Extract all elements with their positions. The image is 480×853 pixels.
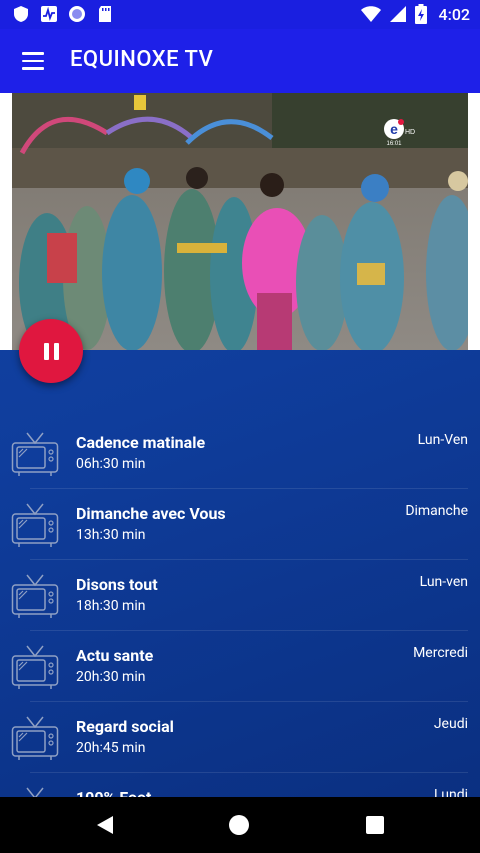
activity-icon	[41, 6, 57, 22]
video-player[interactable]: e HD 16:01	[0, 93, 480, 350]
navigation-bar	[0, 797, 480, 853]
list-item[interactable]: Cadence matinale 06h:30 min Lun-Ven	[0, 418, 480, 489]
program-time: 13h:30 min	[76, 527, 146, 543]
video-edge-right	[468, 93, 480, 350]
video-frame[interactable]: e HD 16:01	[12, 93, 468, 350]
tv-icon	[11, 716, 59, 760]
tv-icon	[11, 645, 59, 689]
list-item[interactable]: Dimanche avec Vous 13h:30 min Dimanche	[0, 489, 480, 560]
program-time: 06h:30 min	[76, 456, 146, 472]
status-right-icons: 4:02	[360, 4, 471, 24]
shield-icon	[14, 6, 28, 22]
signal-icon	[389, 6, 406, 22]
program-title: Regard social	[76, 717, 174, 736]
program-title: Disons tout	[76, 575, 158, 594]
sd-card-icon	[99, 6, 111, 22]
channel-logo-time: 16:01	[386, 141, 402, 147]
pause-icon	[41, 342, 61, 360]
hamburger-menu-icon[interactable]	[14, 45, 52, 77]
svg-text:HD: HD	[405, 129, 415, 136]
program-day: Lun-ven	[419, 574, 468, 590]
list-item[interactable]: Actu sante 20h:30 min Mercredi	[0, 631, 480, 702]
svg-text:e: e	[390, 121, 398, 137]
program-day: Mercredi	[413, 645, 468, 661]
battery-charging-icon	[414, 4, 427, 24]
screen: 4:02 EQUINOXE TV e HD 16:01 Cadence mati…	[0, 0, 480, 853]
tv-icon	[11, 432, 59, 476]
program-title: Actu sante	[76, 646, 154, 665]
back-icon[interactable]	[94, 814, 116, 836]
list-item[interactable]: Disons tout 18h:30 min Lun-ven	[0, 560, 480, 631]
program-time: 20h:45 min	[76, 740, 146, 756]
program-time: 20h:30 min	[76, 669, 146, 685]
recents-icon[interactable]	[366, 816, 384, 834]
channel-logo-icon: e HD 16:01	[384, 119, 415, 147]
app-title: EQUINOXE TV	[70, 47, 214, 72]
app-bar: EQUINOXE TV	[0, 29, 480, 93]
circle-icon	[69, 6, 85, 22]
pause-button[interactable]	[19, 319, 83, 383]
program-title: Dimanche avec Vous	[76, 504, 226, 523]
tv-icon	[11, 503, 59, 547]
home-icon[interactable]	[229, 815, 249, 835]
program-time: 18h:30 min	[76, 598, 146, 614]
program-title: Cadence matinale	[76, 433, 206, 452]
program-day: Dimanche	[405, 503, 468, 519]
list-item[interactable]: Regard social 20h:45 min Jeudi	[0, 702, 480, 773]
program-day: Jeudi	[433, 716, 468, 732]
wifi-icon	[360, 6, 381, 22]
status-left-icons	[12, 5, 114, 23]
status-time: 4:02	[438, 4, 471, 24]
tv-icon	[11, 574, 59, 618]
program-list: Cadence matinale 06h:30 min Lun-Ven Dima…	[0, 418, 480, 844]
video-edge-left	[0, 93, 12, 350]
status-bar: 4:02	[0, 0, 480, 29]
program-day: Lun-Ven	[417, 432, 468, 448]
